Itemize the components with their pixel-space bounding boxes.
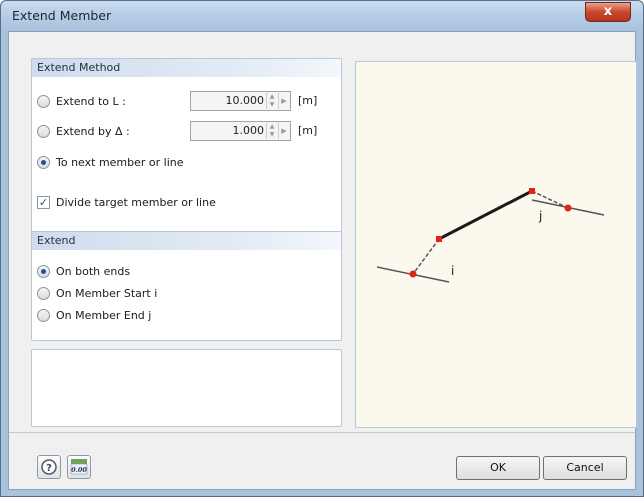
- footer-divider: [9, 432, 635, 433]
- intersection-node-start: [409, 270, 417, 278]
- ok-button[interactable]: OK: [456, 456, 540, 480]
- extend-by-value: 1.000: [232, 124, 265, 137]
- svg-text:?: ?: [46, 463, 52, 474]
- extend-to-option[interactable]: Extend to L :: [37, 93, 126, 109]
- extend-by-option[interactable]: Extend by Δ :: [37, 123, 130, 139]
- extension-start-i: [412, 238, 440, 275]
- divide-label: Divide target member or line: [56, 195, 216, 209]
- both-ends-label: On both ends: [56, 264, 131, 278]
- help-icon: ?: [41, 459, 57, 475]
- divide-option[interactable]: ✓ Divide target member or line: [37, 194, 216, 210]
- decimal-places-button[interactable]: 0.00: [67, 455, 91, 479]
- extend-to-value: 10.000: [225, 94, 265, 107]
- extend-by-field[interactable]: 1.000 ▲ ▼ ▶: [190, 121, 291, 141]
- divide-checkbox[interactable]: ✓: [37, 195, 50, 209]
- extension-end-j: [531, 190, 569, 209]
- preview-graphic: i j: [376, 188, 605, 283]
- both-ends-radio[interactable]: [37, 264, 50, 278]
- member-end-radio[interactable]: [37, 308, 50, 322]
- extend-by-unit: [m]: [298, 124, 318, 137]
- extend-method-header: Extend Method: [32, 59, 341, 77]
- extend-to-label: Extend to L :: [56, 94, 126, 108]
- node-i: [436, 236, 442, 242]
- decimal-places-icon-text: 0.00: [71, 466, 87, 474]
- next-member-label: To next member or line: [56, 155, 184, 169]
- extend-to-radio[interactable]: [37, 94, 50, 108]
- extend-to-unit: [m]: [298, 94, 318, 107]
- member-line: [438, 189, 533, 241]
- window-title: Extend Member: [12, 8, 112, 23]
- extend-by-label: Extend by Δ :: [56, 124, 130, 138]
- extend-to-spinner-icon[interactable]: ▲ ▼: [266, 93, 277, 109]
- extend-header: Extend: [32, 232, 341, 250]
- both-ends-option[interactable]: On both ends: [37, 263, 130, 279]
- dialog-client-area: Extend Method Extend to L : 10.000 ▲ ▼ ▶ …: [8, 31, 637, 490]
- close-button[interactable]: x: [585, 2, 631, 22]
- member-label-j: j: [538, 209, 542, 223]
- info-panel: [31, 349, 342, 427]
- help-button[interactable]: ?: [37, 455, 61, 479]
- extend-by-radio[interactable]: [37, 124, 50, 138]
- intersection-node-end: [564, 204, 572, 212]
- member-end-option[interactable]: On Member End j: [37, 307, 151, 323]
- extend-group: Extend On both ends On Member Start i On…: [31, 231, 342, 341]
- node-j: [529, 188, 535, 194]
- decimal-places-icon: 0.00: [70, 459, 87, 475]
- member-end-label: On Member End j: [56, 308, 152, 322]
- extend-to-field[interactable]: 10.000 ▲ ▼ ▶: [190, 91, 291, 111]
- member-label-i: i: [451, 264, 454, 278]
- next-member-radio[interactable]: [37, 155, 50, 169]
- extend-by-arrow-icon[interactable]: ▶: [278, 123, 289, 139]
- cancel-button[interactable]: Cancel: [543, 456, 627, 480]
- next-member-option[interactable]: To next member or line: [37, 154, 184, 170]
- member-start-radio[interactable]: [37, 286, 50, 300]
- dialog-window: Extend Member x Extend Method Extend to …: [0, 0, 644, 497]
- title-bar[interactable]: Extend Member x: [1, 1, 643, 31]
- extend-method-group: Extend Method Extend to L : 10.000 ▲ ▼ ▶ …: [31, 58, 342, 244]
- extend-to-arrow-icon[interactable]: ▶: [278, 93, 289, 109]
- preview-panel: i j: [355, 61, 637, 428]
- extend-by-spinner-icon[interactable]: ▲ ▼: [266, 123, 277, 139]
- member-start-option[interactable]: On Member Start i: [37, 285, 157, 301]
- member-start-label: On Member Start i: [56, 286, 158, 300]
